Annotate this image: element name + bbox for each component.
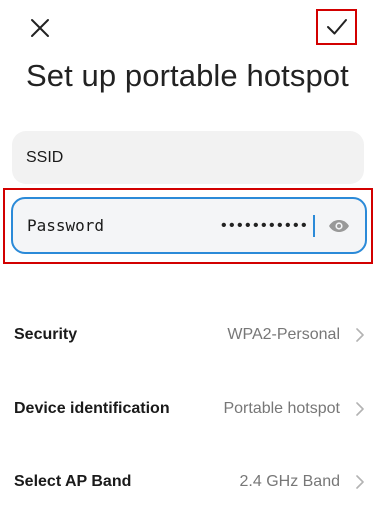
device-identification-row[interactable]: Device identification Portable hotspot [14, 394, 366, 424]
eye-icon [329, 219, 349, 232]
password-masked-text: ••••••••••• [220, 216, 309, 234]
ssid-label: SSID [26, 148, 64, 166]
close-icon [31, 19, 49, 37]
ssid-field[interactable]: SSID [12, 131, 364, 184]
device-identification-label: Device identification [14, 400, 170, 417]
toggle-password-visibility-button[interactable] [327, 214, 351, 238]
ap-band-row[interactable]: Select AP Band 2.4 GHz Band [14, 467, 366, 497]
chevron-right-icon [354, 474, 366, 490]
text-cursor [313, 214, 315, 237]
hotspot-setup-screen: Set up portable hotspot SSID Password ••… [0, 0, 377, 511]
ap-band-label: Select AP Band [14, 473, 132, 490]
password-field[interactable]: Password ••••••••••• [11, 197, 367, 254]
security-row[interactable]: Security WPA2-Personal [14, 320, 366, 350]
chevron-right-icon [354, 327, 366, 343]
page-title: Set up portable hotspot [26, 58, 349, 93]
check-icon [326, 19, 347, 35]
device-identification-value: Portable hotspot [223, 400, 340, 417]
close-button[interactable] [22, 10, 58, 46]
security-label: Security [14, 326, 78, 343]
ap-band-value: 2.4 GHz Band [239, 473, 341, 490]
confirm-button[interactable] [316, 9, 357, 45]
chevron-right-icon [354, 401, 366, 417]
password-value: ••••••••••• [220, 214, 315, 237]
security-value: WPA2-Personal [227, 326, 340, 343]
password-label: Password [27, 216, 105, 235]
